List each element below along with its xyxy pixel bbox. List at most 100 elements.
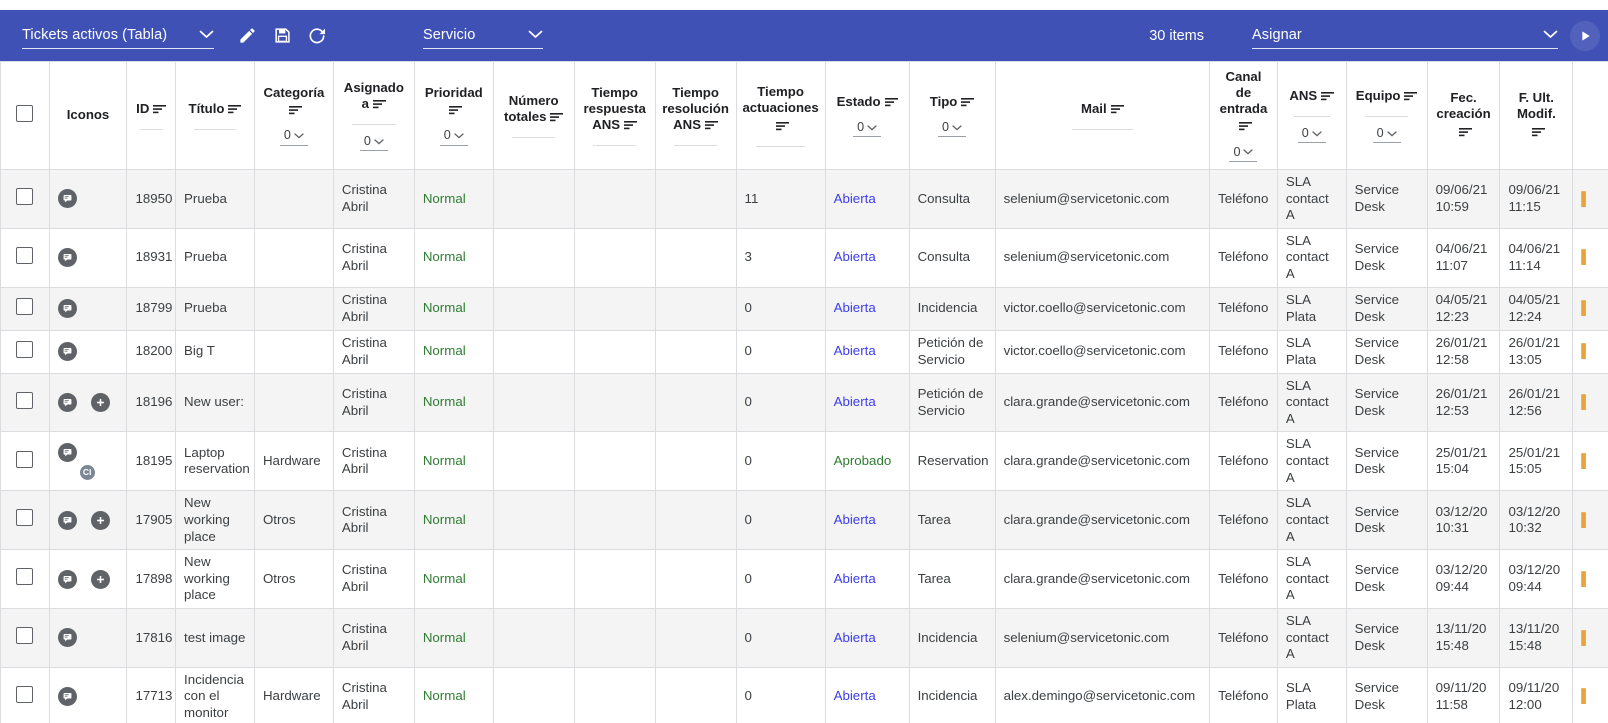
column-filter-asignado[interactable]: 0: [359, 134, 388, 152]
chat-bubble-icon[interactable]: [57, 569, 77, 589]
service-select-value: Servicio: [423, 26, 476, 43]
header-estado[interactable]: Estado 0: [825, 61, 910, 170]
chat-bubble-icon[interactable]: [57, 299, 77, 319]
edit-button[interactable]: [232, 21, 262, 51]
chat-bubble-icon[interactable]: [57, 687, 77, 707]
row-select-cell[interactable]: [0, 330, 50, 374]
row-checkbox[interactable]: [16, 340, 34, 358]
header-id[interactable]: ID: [126, 61, 177, 170]
sort-filter-icon[interactable]: [228, 102, 242, 118]
row-select-cell[interactable]: [0, 549, 50, 609]
sort-filter-icon[interactable]: [1238, 119, 1252, 135]
cell-numtot: [493, 490, 575, 551]
table-row[interactable]: CI 18195 Laptop reservation Hardware Cristin…: [0, 431, 1608, 492]
chat-bubble-icon[interactable]: [57, 342, 77, 362]
sort-filter-icon[interactable]: [550, 110, 564, 126]
sort-filter-icon[interactable]: [961, 95, 975, 111]
table-row[interactable]: 18799 Prueba Cristina Abril Normal 0 Abierta I…: [0, 287, 1608, 331]
sort-filter-icon[interactable]: [1110, 102, 1124, 118]
header-ans[interactable]: ANS 0: [1277, 61, 1347, 170]
sort-filter-icon[interactable]: [449, 103, 463, 119]
header-categoria[interactable]: Categoría 0: [254, 61, 334, 170]
header-mail[interactable]: Mail: [995, 61, 1211, 170]
header-prioridad[interactable]: Prioridad 0: [414, 61, 494, 170]
select-all-checkbox[interactable]: [16, 104, 34, 122]
row-icon-group: [57, 569, 119, 589]
row-select-cell[interactable]: [0, 373, 50, 433]
row-checkbox[interactable]: [16, 246, 34, 264]
sort-filter-icon[interactable]: [884, 95, 898, 111]
row-select-cell[interactable]: [0, 490, 50, 551]
sort-filter-icon[interactable]: [705, 118, 718, 134]
add-circle-icon[interactable]: [90, 569, 110, 589]
table-row[interactable]: 18200 Big T Cristina Abril Normal 0 Abierta Pe…: [0, 330, 1608, 374]
sort-filter-icon[interactable]: [1459, 125, 1473, 141]
column-filter-canal[interactable]: 0: [1229, 145, 1258, 162]
sort-filter-icon[interactable]: [1404, 89, 1418, 105]
row-checkbox[interactable]: [16, 391, 34, 409]
tickets-table-scroll[interactable]: Iconos ID Título Categoría 0 Asignado a …: [0, 61, 1608, 723]
chat-bubble-icon[interactable]: [57, 510, 77, 530]
sort-filter-icon[interactable]: [289, 103, 303, 119]
row-checkbox[interactable]: [16, 627, 34, 645]
row-select-cell[interactable]: [0, 228, 50, 288]
header-tiempo-actuaciones[interactable]: Tiempo actuaciones: [736, 61, 826, 170]
table-row[interactable]: 18931 Prueba Cristina Abril Normal 3 Abierta C…: [0, 228, 1608, 288]
select-all-header[interactable]: [0, 61, 50, 170]
row-checkbox[interactable]: [16, 568, 34, 586]
chat-bubble-icon[interactable]: [57, 189, 77, 209]
header-tipo[interactable]: Tipo 0: [909, 61, 996, 170]
header-f-ult-modif[interactable]: F. Ult. Modif.: [1499, 61, 1574, 170]
table-row[interactable]: 17898 New working place Otros Cristina Abri…: [0, 549, 1608, 609]
sort-filter-icon[interactable]: [153, 102, 167, 118]
header-numero-totales[interactable]: Número totales: [493, 61, 575, 170]
add-circle-icon[interactable]: [90, 393, 110, 413]
column-filter-prioridad[interactable]: 0: [439, 128, 468, 146]
header-equipo[interactable]: Equipo 0: [1346, 61, 1428, 170]
ci-badge-icon[interactable]: CI: [79, 464, 95, 480]
column-filter-estado[interactable]: 0: [853, 120, 882, 138]
row-select-cell[interactable]: [0, 431, 50, 492]
row-select-cell[interactable]: [0, 608, 50, 668]
chat-bubble-icon[interactable]: [57, 393, 77, 413]
chat-bubble-icon[interactable]: [57, 248, 77, 268]
column-filter-ans[interactable]: 0: [1297, 126, 1326, 144]
table-row[interactable]: 17905 New working place Otros Cristina Abri…: [0, 490, 1608, 551]
row-checkbox[interactable]: [16, 188, 34, 206]
refresh-button[interactable]: [302, 21, 332, 51]
add-circle-icon[interactable]: [90, 510, 110, 530]
service-select[interactable]: Servicio: [423, 23, 543, 49]
chat-bubble-icon[interactable]: [57, 442, 77, 462]
table-row[interactable]: 18950 Prueba Cristina Abril Normal 11 Abierta…: [0, 169, 1608, 229]
save-button[interactable]: [267, 21, 297, 51]
row-icons-cell: [49, 169, 128, 229]
table-row[interactable]: 17713 Incidencia con el monitor Hardware Cr…: [0, 667, 1608, 723]
header-titulo[interactable]: Título: [175, 61, 255, 170]
row-checkbox[interactable]: [16, 297, 34, 315]
table-row[interactable]: 17816 test image Cristina Abril Normal 0 Abie…: [0, 608, 1608, 668]
row-checkbox[interactable]: [16, 509, 34, 527]
table-row[interactable]: 18196 New user: Cristina Abril Normal 0 Abier…: [0, 373, 1608, 433]
row-checkbox[interactable]: [16, 450, 34, 468]
column-filter-categoria[interactable]: 0: [279, 128, 308, 146]
header-tiempo-resolucion-ans[interactable]: Tiempo resolución ANS: [655, 61, 737, 170]
row-select-cell[interactable]: [0, 667, 50, 723]
go-button[interactable]: [1570, 20, 1600, 51]
header-asignado-a[interactable]: Asignado a 0: [333, 61, 415, 170]
chat-bubble-icon[interactable]: [57, 628, 77, 648]
view-select[interactable]: Tickets activos (Tabla): [22, 23, 214, 49]
sort-filter-icon[interactable]: [776, 119, 790, 135]
sort-filter-icon[interactable]: [373, 97, 387, 113]
sort-filter-icon[interactable]: [1531, 125, 1545, 141]
header-fec-creacion[interactable]: Fec. creación: [1427, 61, 1501, 170]
column-filter-tipo[interactable]: 0: [938, 120, 967, 138]
sort-filter-icon[interactable]: [624, 118, 638, 134]
row-checkbox[interactable]: [16, 685, 34, 703]
sort-filter-icon[interactable]: [1321, 89, 1335, 105]
header-tiempo-respuesta-ans[interactable]: Tiempo respuesta ANS: [574, 61, 656, 170]
assign-select[interactable]: Asignar: [1252, 23, 1558, 49]
header-canal-de-entrada[interactable]: Canal de entrada 0: [1209, 61, 1278, 170]
row-select-cell[interactable]: [0, 287, 50, 331]
row-select-cell[interactable]: [0, 169, 50, 229]
column-filter-equipo[interactable]: 0: [1372, 126, 1401, 144]
